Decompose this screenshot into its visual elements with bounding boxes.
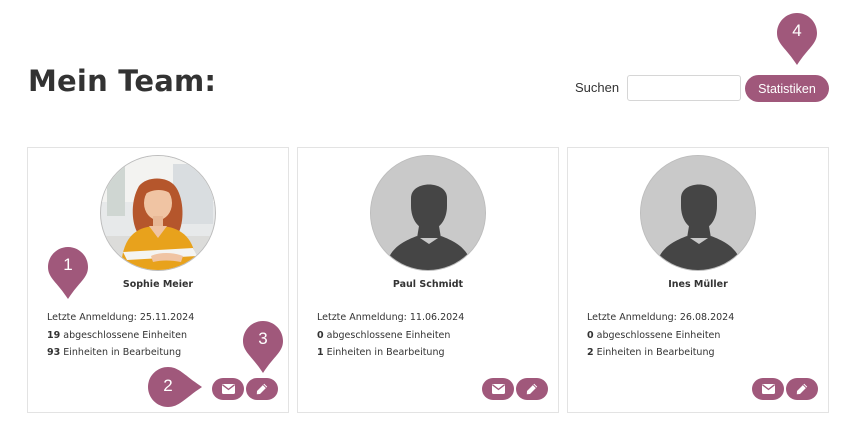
- team-member-card: Paul Schmidt Letzte Anmeldung: 11.06.202…: [297, 147, 559, 413]
- person-silhouette-icon: [641, 156, 755, 270]
- annotation-marker-1: 1: [48, 247, 88, 299]
- member-stats: Letzte Anmeldung: 26.08.2024 0 abgeschlo…: [587, 312, 734, 365]
- person-silhouette-icon: [371, 156, 485, 270]
- marker-number: 1: [63, 255, 73, 274]
- avatar: [100, 155, 216, 271]
- marker-number: 2: [163, 376, 173, 395]
- completed-units: 0 abgeschlossene Einheiten: [587, 330, 734, 348]
- statistics-button[interactable]: Statistiken: [745, 75, 829, 102]
- edit-member-button[interactable]: [786, 378, 818, 400]
- in-progress-label: Einheiten in Bearbeitung: [593, 347, 715, 358]
- pencil-icon: [256, 383, 268, 395]
- send-message-button[interactable]: [212, 378, 244, 400]
- search-input[interactable]: [627, 75, 741, 101]
- completed-count: 0: [317, 329, 324, 341]
- in-progress-count: 2: [587, 347, 594, 358]
- avatar: [370, 155, 486, 271]
- pencil-icon: [526, 383, 538, 395]
- search-label: Suchen: [575, 80, 620, 95]
- edit-member-button[interactable]: [246, 378, 278, 400]
- envelope-icon: [761, 384, 775, 394]
- avatar: [640, 155, 756, 271]
- envelope-icon: [491, 384, 505, 394]
- annotation-marker-4: 4: [777, 13, 817, 65]
- marker-number: 4: [792, 21, 802, 40]
- annotation-marker-3: 3: [243, 321, 283, 373]
- send-message-button[interactable]: [752, 378, 784, 400]
- marker-number: 3: [258, 329, 268, 348]
- in-progress-label: Einheiten in Bearbeitung: [323, 347, 445, 358]
- member-name: Ines Müller: [668, 279, 728, 290]
- completed-units: 0 abgeschlossene Einheiten: [317, 330, 464, 348]
- member-stats: Letzte Anmeldung: 11.06.2024 0 abgeschlo…: [317, 312, 464, 365]
- completed-count: 0: [587, 329, 594, 341]
- last-login: Letzte Anmeldung: 11.06.2024: [317, 312, 465, 323]
- pencil-icon: [796, 383, 808, 395]
- page-title: Mein Team:: [28, 64, 217, 98]
- completed-label: abgeschlossene Einheiten: [323, 329, 451, 341]
- units-in-progress: 2 Einheiten in Bearbeitung: [587, 347, 734, 365]
- units-in-progress: 93 Einheiten in Bearbeitung: [47, 347, 194, 365]
- units-in-progress: 1 Einheiten in Bearbeitung: [317, 347, 464, 365]
- member-name: Paul Schmidt: [392, 279, 464, 290]
- team-member-card: Ines Müller Letzte Anmeldung: 26.08.2024…: [567, 147, 829, 413]
- last-login: Letzte Anmeldung: 25.11.2024: [47, 312, 195, 323]
- envelope-icon: [221, 384, 235, 394]
- completed-label: abgeschlossene Einheiten: [60, 329, 188, 341]
- send-message-button[interactable]: [482, 378, 514, 400]
- in-progress-label: Einheiten in Bearbeitung: [60, 347, 182, 358]
- annotation-marker-2: 2: [148, 367, 202, 407]
- edit-member-button[interactable]: [516, 378, 548, 400]
- in-progress-count: 1: [317, 347, 324, 358]
- completed-label: abgeschlossene Einheiten: [593, 329, 721, 341]
- in-progress-count: 93: [47, 347, 61, 358]
- profile-photo: [101, 156, 215, 270]
- completed-count: 19: [47, 329, 61, 341]
- last-login: Letzte Anmeldung: 26.08.2024: [587, 312, 735, 323]
- completed-units: 19 abgeschlossene Einheiten: [47, 330, 194, 348]
- member-stats: Letzte Anmeldung: 25.11.2024 19 abgeschl…: [47, 312, 194, 365]
